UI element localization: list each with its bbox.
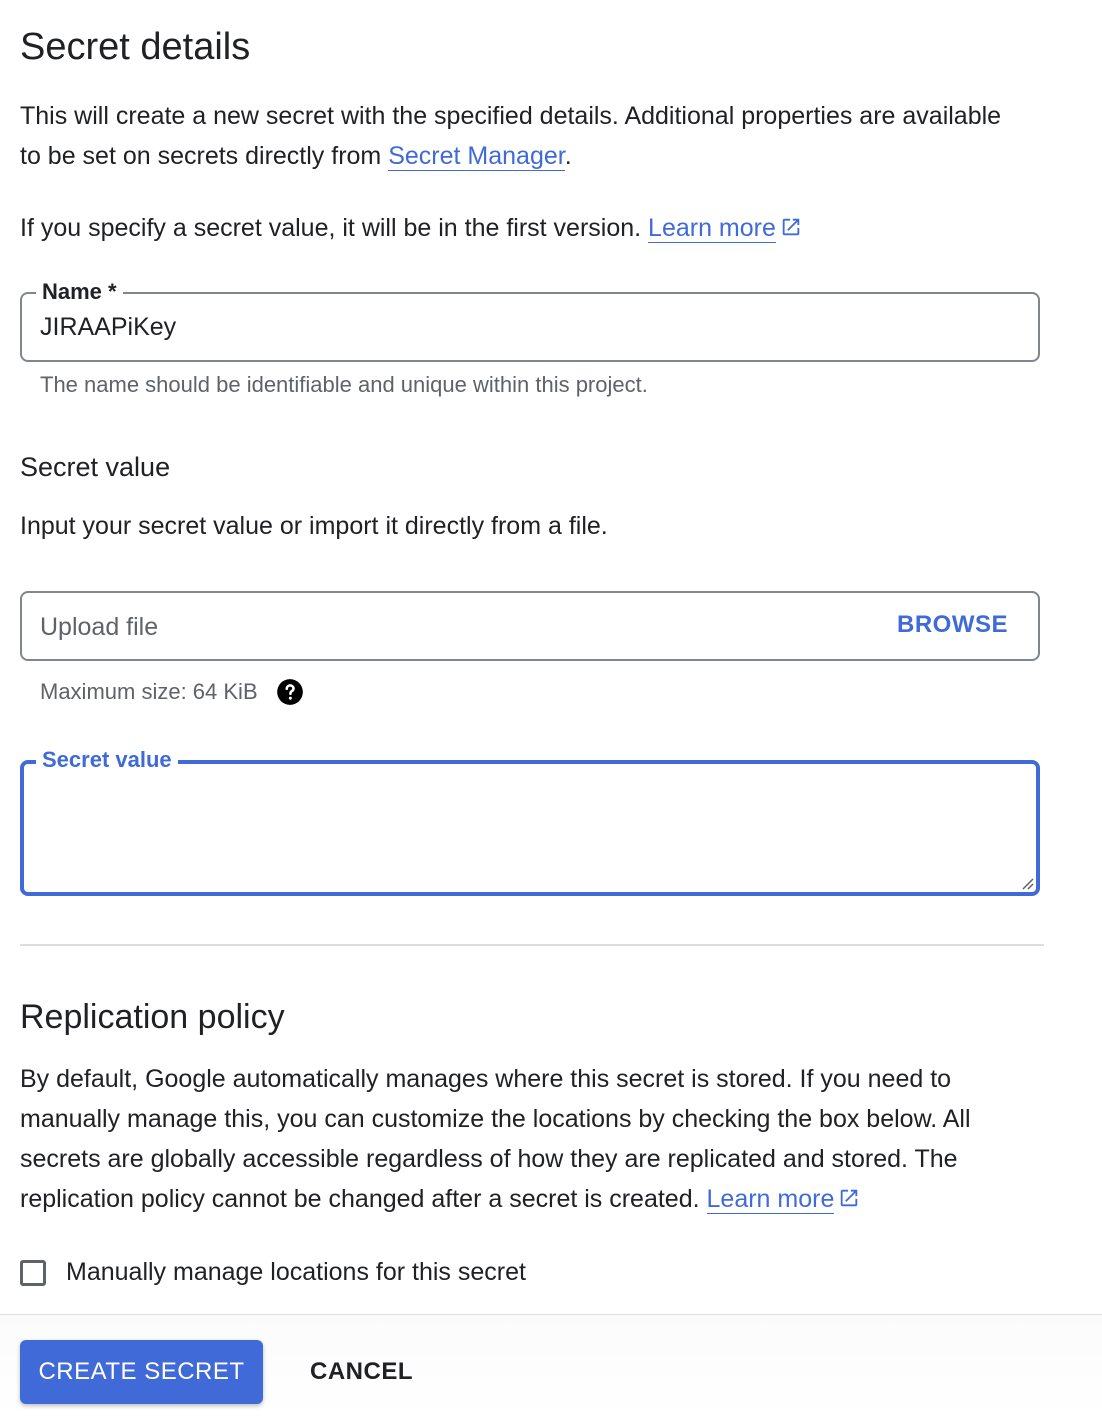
secret-value-field[interactable]: Secret value <box>20 746 1040 896</box>
version-note-text: If you specify a secret value, it will b… <box>20 214 649 242</box>
cancel-button[interactable]: CANCEL <box>282 1340 441 1404</box>
max-size-hint: Maximum size: 64 KiB <box>40 678 304 706</box>
secret-manager-link[interactable]: Secret Manager <box>388 142 565 171</box>
secret-value-description: Input your secret value or import it dir… <box>20 512 608 540</box>
replication-heading: Replication policy <box>20 998 285 1036</box>
browse-button[interactable]: BROWSE <box>897 611 1008 639</box>
learn-more-link[interactable]: Learn more <box>648 214 776 243</box>
manual-locations-checkbox[interactable] <box>20 1259 46 1286</box>
resize-handle-icon[interactable] <box>1018 874 1034 890</box>
open-in-new-icon[interactable] <box>780 216 802 238</box>
section-divider <box>20 944 1044 946</box>
replication-description: By default, Google automatically manages… <box>20 1059 1030 1219</box>
help-icon[interactable] <box>276 678 304 706</box>
replication-learn-more-link[interactable]: Learn more <box>706 1185 835 1214</box>
open-in-new-icon[interactable] <box>838 1187 860 1209</box>
upload-file-placeholder: Upload file <box>40 613 159 641</box>
upload-file-field[interactable]: Upload file BROWSE <box>20 591 1040 661</box>
intro-text-end: . <box>564 142 572 170</box>
intro-paragraph: This will create a new secret with the s… <box>20 96 1020 176</box>
name-field[interactable]: Name * <box>20 278 1040 362</box>
secret-value-textarea[interactable] <box>38 778 1022 878</box>
secret-value-heading: Secret value <box>20 452 171 482</box>
create-secret-button[interactable]: CREATE SECRET <box>20 1340 263 1404</box>
page-title: Secret details <box>20 26 251 68</box>
name-input[interactable] <box>40 313 1000 342</box>
action-bar: CREATE SECRET CANCEL <box>0 1314 1102 1419</box>
manual-locations-label: Manually manage locations for this secre… <box>66 1258 526 1286</box>
name-field-label: Name * <box>36 278 123 306</box>
version-note: If you specify a secret value, it will b… <box>20 208 1020 248</box>
max-size-text: Maximum size: 64 KiB <box>40 679 258 704</box>
secret-value-field-label: Secret value <box>36 746 178 774</box>
name-hint: The name should be identifiable and uniq… <box>40 372 648 397</box>
manual-locations-checkbox-row[interactable]: Manually manage locations for this secre… <box>20 1258 526 1287</box>
